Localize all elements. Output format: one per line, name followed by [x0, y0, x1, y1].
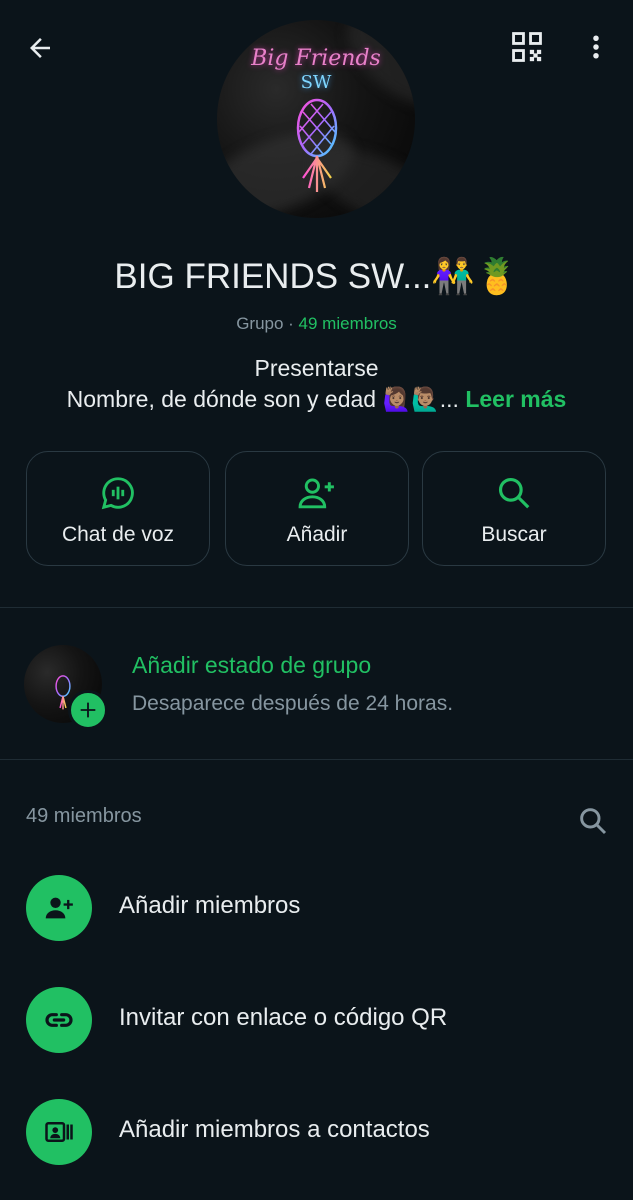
- avatar-subtitle-text: SW: [300, 72, 332, 93]
- invite-link-label: Invitar con enlace o código QR: [119, 1004, 448, 1031]
- voice-chat-icon: [27, 474, 209, 512]
- add-member-icon: [26, 875, 92, 941]
- search-label: Buscar: [481, 523, 547, 546]
- add-button[interactable]: Añadir: [225, 451, 409, 566]
- description-line-1: Presentarse: [254, 355, 379, 381]
- qr-code-icon[interactable]: [504, 24, 550, 70]
- group-avatar[interactable]: Big Friends SW: [217, 20, 415, 218]
- members-count-heading: 49 miembros: [26, 805, 142, 827]
- members-search-icon[interactable]: [574, 802, 612, 840]
- group-subtitle: Grupo · 49 miembros: [236, 314, 397, 333]
- add-members-row[interactable]: Añadir miembros: [0, 858, 633, 958]
- add-to-contacts-label: Añadir miembros a contactos: [119, 1116, 430, 1143]
- description-line-2: Nombre, de dónde son y edad 🙋🏽‍♀️🙋🏽‍♂️..…: [66, 386, 567, 412]
- add-members-label: Añadir miembros: [119, 892, 301, 919]
- link-icon: [26, 987, 92, 1053]
- contacts-icon: [26, 1099, 92, 1165]
- group-name: BIG FRIENDS SW...👫🍍: [114, 257, 519, 296]
- members-count-link[interactable]: 49 miembros: [299, 314, 397, 333]
- add-group-status-title[interactable]: Añadir estado de grupo: [132, 652, 371, 679]
- more-options-icon[interactable]: [574, 24, 618, 70]
- group-name-emoji: 👫🍍: [431, 257, 519, 296]
- divider: [0, 759, 633, 760]
- voice-chat-label: Chat de voz: [61, 523, 175, 546]
- invite-link-row[interactable]: Invitar con enlace o código QR: [0, 970, 633, 1070]
- read-more-link[interactable]: Leer más: [465, 386, 566, 412]
- add-group-status-subtitle: Desaparece después de 24 horas.: [132, 692, 454, 715]
- back-arrow-icon[interactable]: [18, 26, 62, 70]
- search-icon: [423, 474, 605, 512]
- search-button[interactable]: Buscar: [422, 451, 606, 566]
- divider: [0, 607, 633, 608]
- add-status-plus-icon[interactable]: [68, 690, 108, 730]
- add-label: Añadir: [286, 523, 348, 546]
- avatar-title-text: Big Friends: [251, 46, 381, 71]
- pineapple-logo-icon: [296, 98, 338, 192]
- add-to-contacts-row[interactable]: Añadir miembros a contactos: [0, 1082, 633, 1182]
- add-person-icon: [226, 474, 408, 512]
- voice-chat-button[interactable]: Chat de voz: [26, 451, 210, 566]
